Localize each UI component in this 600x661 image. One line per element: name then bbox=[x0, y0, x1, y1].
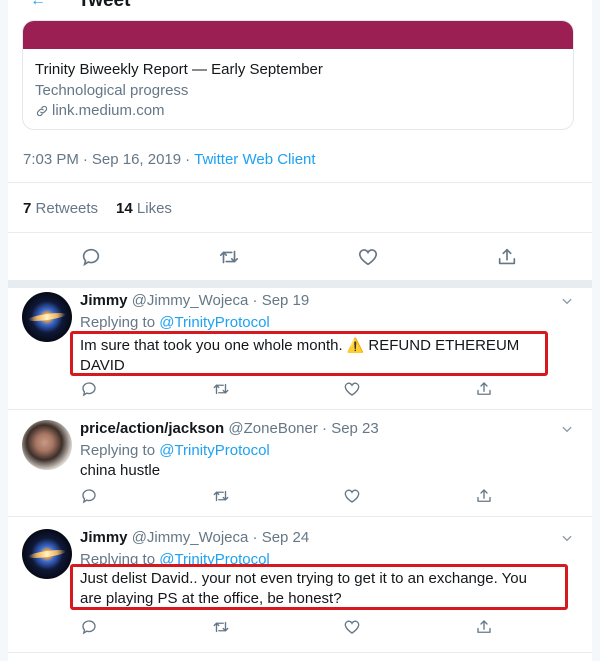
author-name[interactable]: price/action/jackson bbox=[80, 420, 224, 437]
chevron-down-icon[interactable] bbox=[560, 294, 574, 308]
tweet-actions bbox=[8, 246, 592, 270]
avatar[interactable] bbox=[22, 420, 72, 470]
reply-author: Jimmy @Jimmy_Wojeca · Sep 24 bbox=[80, 529, 309, 546]
retweet-icon[interactable] bbox=[212, 618, 230, 636]
reply-date[interactable]: Sep 23 bbox=[331, 420, 379, 437]
back-arrow-icon[interactable]: ← bbox=[30, 0, 46, 10]
reply-date[interactable]: Sep 19 bbox=[262, 292, 310, 309]
avatar[interactable] bbox=[22, 529, 72, 579]
replying-prefix: Replying to bbox=[80, 314, 156, 331]
divider bbox=[8, 652, 592, 653]
reply-dot: · bbox=[322, 420, 328, 437]
left-gutter bbox=[0, 0, 8, 661]
red-highlight-box bbox=[70, 331, 548, 376]
divider bbox=[8, 182, 592, 183]
reply-actions bbox=[8, 618, 592, 642]
likes-count: 14 bbox=[116, 200, 133, 217]
replying-to: Replying to @TrinityProtocol bbox=[80, 442, 270, 459]
reply-actions bbox=[8, 487, 592, 511]
card-link-text: link.medium.com bbox=[52, 102, 165, 119]
retweets-count: 7 bbox=[23, 200, 32, 217]
author-name[interactable]: Jimmy bbox=[80, 292, 128, 309]
divider bbox=[8, 409, 592, 410]
like-icon[interactable] bbox=[343, 487, 361, 505]
link-icon bbox=[36, 105, 48, 116]
card-title: Trinity Biweekly Report — Early Septembe… bbox=[35, 61, 323, 78]
reply-dot: · bbox=[252, 292, 258, 309]
likes-label: Likes bbox=[136, 200, 172, 217]
reply-author: price/action/jackson @ZoneBoner · Sep 23 bbox=[80, 420, 379, 437]
tweet-page: ← Tweet Trinity Biweekly Report — Early … bbox=[8, 0, 592, 661]
section-separator bbox=[8, 280, 592, 288]
reply-icon[interactable] bbox=[80, 618, 98, 636]
author-handle[interactable]: @Jimmy_Wojeca bbox=[132, 292, 249, 309]
reply-text: china hustle bbox=[80, 462, 161, 479]
share-icon[interactable] bbox=[475, 487, 493, 505]
reply-icon[interactable] bbox=[80, 487, 98, 505]
reply-tweet[interactable]: Jimmy @Jimmy_Wojeca · Sep 24 Replying to… bbox=[8, 529, 592, 647]
like-icon[interactable] bbox=[343, 618, 361, 636]
reply-icon[interactable] bbox=[80, 380, 98, 398]
card-link: link.medium.com bbox=[35, 102, 165, 119]
like-icon[interactable] bbox=[343, 380, 361, 398]
reply-dot: · bbox=[252, 529, 258, 546]
page-title: Tweet bbox=[78, 0, 131, 11]
link-preview-card[interactable]: Trinity Biweekly Report — Early Septembe… bbox=[22, 20, 574, 130]
card-description: Technological progress bbox=[35, 82, 189, 99]
tweet-date[interactable]: Sep 16, 2019 bbox=[92, 151, 181, 168]
author-handle[interactable]: @ZoneBoner bbox=[228, 420, 317, 437]
like-icon[interactable] bbox=[357, 246, 379, 268]
share-icon[interactable] bbox=[475, 380, 493, 398]
tweet-time[interactable]: 7:03 PM bbox=[23, 151, 79, 168]
divider bbox=[8, 232, 592, 233]
page-header: ← Tweet bbox=[8, 0, 592, 12]
red-highlight-box bbox=[70, 564, 568, 610]
tweet-timestamp: 7:03 PM · Sep 16, 2019 · Twitter Web Client bbox=[23, 151, 316, 168]
chevron-down-icon[interactable] bbox=[560, 531, 574, 545]
replying-prefix: Replying to bbox=[80, 442, 156, 459]
likes-stat[interactable]: 14 Likes bbox=[116, 200, 172, 217]
mention-link[interactable]: @TrinityProtocol bbox=[159, 314, 270, 331]
retweet-icon[interactable] bbox=[218, 246, 240, 268]
retweets-label: Retweets bbox=[35, 200, 99, 217]
tweet-stats: 7 Retweets 14 Likes bbox=[23, 200, 172, 217]
divider bbox=[8, 516, 592, 517]
share-icon[interactable] bbox=[496, 246, 518, 268]
retweet-icon[interactable] bbox=[212, 487, 230, 505]
replying-to: Replying to @TrinityProtocol bbox=[80, 314, 270, 331]
reply-icon[interactable] bbox=[80, 246, 102, 268]
reply-tweet[interactable]: price/action/jackson @ZoneBoner · Sep 23… bbox=[8, 420, 592, 512]
right-gutter bbox=[592, 0, 600, 661]
retweets-stat[interactable]: 7 Retweets bbox=[23, 200, 98, 217]
card-image bbox=[23, 21, 573, 49]
retweet-icon[interactable] bbox=[212, 380, 230, 398]
mention-link[interactable]: @TrinityProtocol bbox=[159, 442, 270, 459]
author-handle[interactable]: @Jimmy_Wojeca bbox=[132, 529, 249, 546]
author-name[interactable]: Jimmy bbox=[80, 529, 128, 546]
share-icon[interactable] bbox=[475, 618, 493, 636]
chevron-down-icon[interactable] bbox=[560, 422, 574, 436]
reply-tweet[interactable]: Jimmy @Jimmy_Wojeca · Sep 19 Replying to… bbox=[8, 292, 592, 407]
reply-date[interactable]: Sep 24 bbox=[262, 529, 310, 546]
reply-author: Jimmy @Jimmy_Wojeca · Sep 19 bbox=[80, 292, 309, 309]
reply-actions bbox=[8, 380, 592, 404]
avatar[interactable] bbox=[22, 292, 72, 342]
tweet-client-link[interactable]: Twitter Web Client bbox=[194, 151, 315, 168]
